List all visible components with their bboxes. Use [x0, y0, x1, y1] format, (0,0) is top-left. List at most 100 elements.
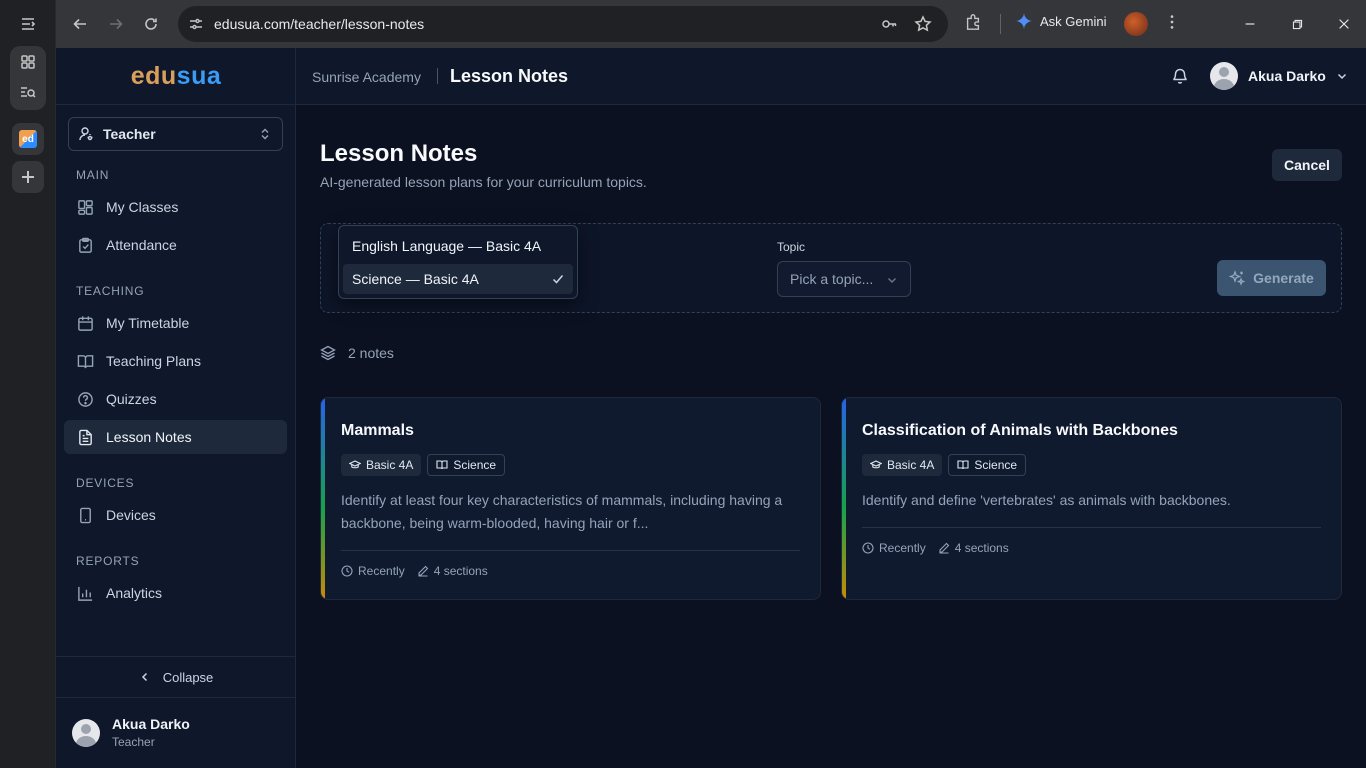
- breadcrumb-page: Lesson Notes: [450, 66, 569, 86]
- app-header: Sunrise Academy Lesson Notes Akua Darko: [296, 48, 1366, 105]
- sidebar-item-lesson-notes[interactable]: Lesson Notes: [64, 420, 287, 454]
- subject-label: Science: [974, 458, 1018, 472]
- note-sections-label: 4 sections: [954, 541, 1009, 555]
- site-info-icon[interactable]: [186, 14, 206, 34]
- bar-chart-icon: [76, 584, 94, 602]
- sidebar-item-my-classes[interactable]: My Classes: [64, 190, 287, 224]
- reload-button[interactable]: [135, 8, 167, 40]
- book-icon: [436, 460, 448, 470]
- clock-icon: [862, 542, 874, 554]
- sidebar-item-label: Devices: [106, 507, 156, 523]
- ask-gemini-button[interactable]: Ask Gemini: [1016, 13, 1106, 29]
- sidebar-item-label: Analytics: [106, 585, 163, 601]
- chevron-down-icon: [887, 277, 897, 284]
- new-tab-button[interactable]: [12, 161, 44, 193]
- sidebar-user-role: Teacher: [112, 735, 155, 749]
- user-settings-icon: [79, 127, 93, 141]
- browser-menu-icon[interactable]: [1162, 12, 1182, 32]
- class-option-label: English Language — Basic 4A: [352, 238, 542, 254]
- forward-button[interactable]: [100, 8, 132, 40]
- tab-list-icon[interactable]: [12, 8, 44, 40]
- clock-icon: [341, 565, 353, 577]
- topic-label: Topic: [777, 240, 806, 254]
- grid-icon: [76, 198, 94, 216]
- header-user-menu[interactable]: Akua Darko: [1210, 62, 1348, 90]
- graduation-cap-icon: [349, 460, 361, 469]
- edusua-tab[interactable]: ed: [12, 123, 44, 155]
- bell-icon[interactable]: [1171, 67, 1189, 85]
- address-bar[interactable]: edusua.com/teacher/lesson-notes: [178, 6, 948, 42]
- note-time: Recently: [341, 564, 405, 578]
- sidebar-item-analytics[interactable]: Analytics: [64, 576, 287, 610]
- sidebar-item-devices[interactable]: Devices: [64, 498, 287, 532]
- logo-text-part1: edu: [130, 61, 177, 90]
- class-option-science[interactable]: Science — Basic 4A: [343, 264, 573, 294]
- check-icon: [552, 275, 564, 284]
- topic-select[interactable]: Pick a topic...: [777, 261, 911, 297]
- generate-button[interactable]: Generate: [1217, 260, 1326, 296]
- cancel-button[interactable]: Cancel: [1272, 149, 1342, 181]
- collapse-sidebar-button[interactable]: Collapse: [56, 656, 296, 698]
- back-button[interactable]: [64, 8, 96, 40]
- note-description: Identify at least four key characteristi…: [341, 492, 783, 531]
- section-label-main: MAIN: [76, 168, 110, 182]
- chevron-up-down-icon: [261, 128, 269, 140]
- minimize-icon[interactable]: [1238, 12, 1262, 36]
- restore-icon[interactable]: [1285, 12, 1309, 36]
- level-label: Basic 4A: [887, 458, 935, 472]
- edusua-favicon-icon: ed: [19, 130, 37, 148]
- pencil-icon: [418, 565, 428, 577]
- note-title: Classification of Animals with Backbones: [862, 422, 1178, 439]
- level-badge: Basic 4A: [341, 454, 422, 476]
- extensions-puzzle-icon[interactable]: [963, 12, 983, 32]
- collapse-label: Collapse: [162, 669, 214, 685]
- lesson-note-card[interactable]: Classification of Animals with Backbones…: [841, 397, 1342, 600]
- note-time: Recently: [862, 541, 926, 555]
- sidebar-item-attendance[interactable]: Attendance: [64, 228, 287, 262]
- close-window-icon[interactable]: [1332, 12, 1356, 36]
- notes-count-label: 2 notes: [348, 345, 394, 361]
- sidebar-item-teaching-plans[interactable]: Teaching Plans: [64, 344, 287, 378]
- tab-search-icon[interactable]: [12, 76, 44, 108]
- class-option-english[interactable]: English Language — Basic 4A: [343, 231, 573, 261]
- section-label-teaching: TEACHING: [76, 284, 145, 298]
- password-key-icon[interactable]: [880, 15, 898, 33]
- edusua-logo[interactable]: edu sua: [56, 48, 296, 105]
- note-title: Mammals: [341, 422, 414, 439]
- page-title: Lesson Notes: [320, 140, 478, 167]
- bookmark-star-icon[interactable]: [914, 15, 932, 33]
- note-sections-label: 4 sections: [433, 564, 488, 578]
- class-select-dropdown: English Language — Basic 4A Science — Ba…: [338, 225, 578, 299]
- sidebar-item-label: My Timetable: [106, 315, 190, 331]
- card-divider: [862, 527, 1321, 528]
- page-subtitle: AI-generated lesson plans for your curri…: [320, 174, 647, 190]
- sidebar-item-my-timetable[interactable]: My Timetable: [64, 306, 287, 340]
- gemini-sparkle-icon: [1016, 13, 1032, 29]
- lesson-note-card[interactable]: Mammals Basic 4A Science Identify at lea…: [320, 397, 821, 600]
- pencil-icon: [939, 542, 949, 554]
- class-option-label: Science — Basic 4A: [352, 271, 479, 287]
- card-accent-bar: [842, 398, 846, 599]
- breadcrumb-school[interactable]: Sunrise Academy: [312, 69, 421, 85]
- browser-toolbar: edusua.com/teacher/lesson-notes Ask Gemi…: [56, 0, 1366, 48]
- topic-placeholder: Pick a topic...: [790, 271, 874, 287]
- sidebar-item-label: Lesson Notes: [106, 429, 192, 445]
- sidebar-user-profile[interactable]: Akua Darko Teacher: [72, 716, 190, 749]
- apps-grid-icon[interactable]: [12, 46, 44, 78]
- sidebar-item-label: My Classes: [106, 199, 179, 215]
- chevron-down-icon: [1337, 73, 1346, 80]
- role-selector[interactable]: Teacher: [68, 117, 283, 151]
- toolbar-separator: [1000, 14, 1001, 34]
- book-open-icon: [76, 352, 94, 370]
- generate-label: Generate: [1253, 270, 1314, 286]
- sidebar-item-quizzes[interactable]: Quizzes: [64, 382, 287, 416]
- level-badge: Basic 4A: [862, 454, 943, 476]
- url-text[interactable]: edusua.com/teacher/lesson-notes: [214, 16, 424, 32]
- sidebar-user-name: Akua Darko: [112, 716, 190, 732]
- note-time-label: Recently: [358, 564, 405, 578]
- logo-text-part2: sua: [176, 61, 222, 90]
- browser-profile-avatar[interactable]: [1124, 12, 1148, 36]
- role-label: Teacher: [103, 126, 156, 142]
- sidebar-item-label: Attendance: [106, 237, 177, 253]
- note-meta: Recently 4 sections: [341, 564, 488, 578]
